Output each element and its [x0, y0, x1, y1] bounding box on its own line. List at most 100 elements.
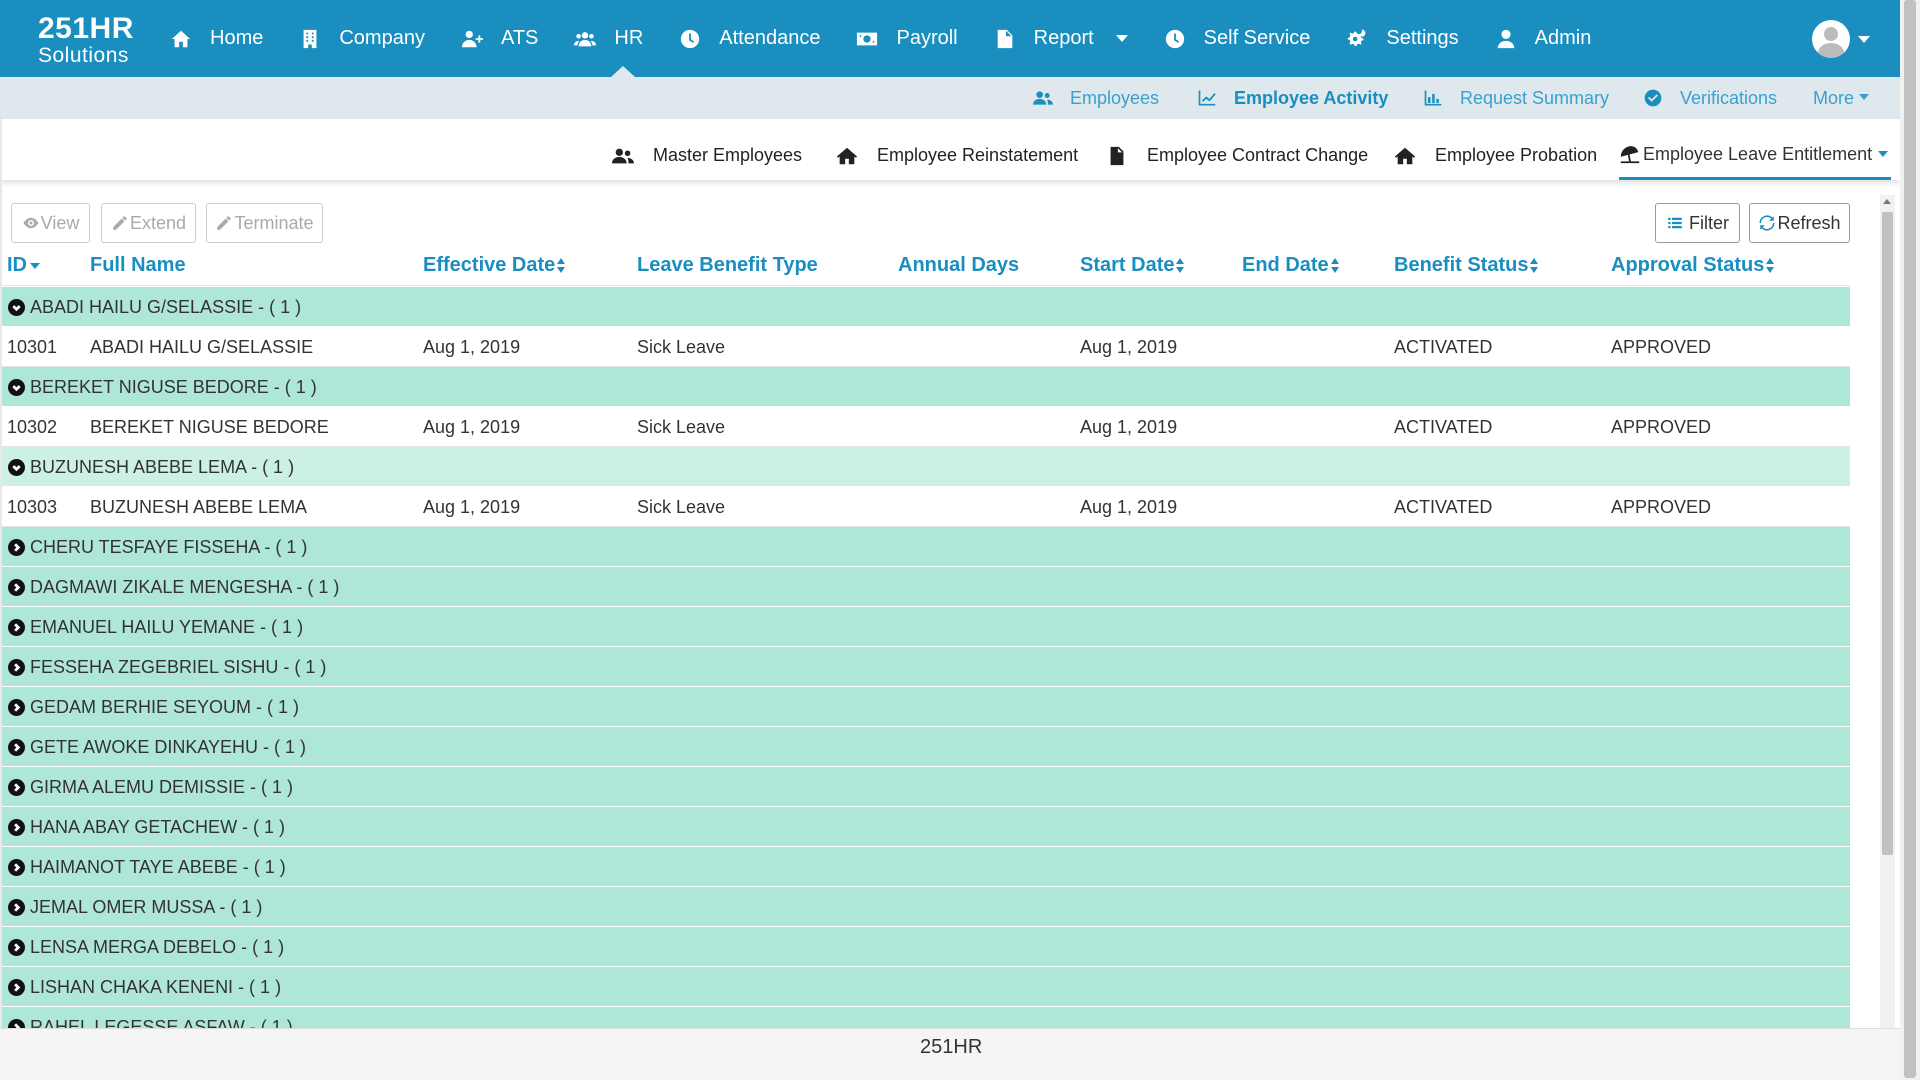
tab-employee-leave-entitlement[interactable]: Employee Leave Entitlement [1619, 131, 1892, 180]
col-header-approval-status[interactable]: Approval Status [1611, 254, 1775, 277]
refresh-button-label: Refresh [1777, 212, 1841, 233]
filter-button[interactable]: Filter [1655, 203, 1740, 243]
nav-payroll[interactable]: Payroll [856, 0, 958, 77]
cell-type: Sick Leave [637, 497, 726, 517]
cell-id: 10301 [7, 337, 58, 357]
table-row[interactable]: 10302 BEREKET NIGUSE BEDORE Aug 1, 2019 Sic… [0, 407, 1850, 447]
nav-label: Settings [1386, 27, 1459, 49]
tab-employee-probation[interactable]: Employee Probation [1394, 131, 1597, 180]
group-row[interactable]: LENSA MERGA DEBELO - ( 1 ) [0, 927, 1850, 967]
tab-employee-contract-change[interactable]: Employee Contract Change [1106, 131, 1368, 180]
group-row[interactable]: GIRMA ALEMU DEMISSIE - ( 1 ) [0, 767, 1850, 807]
file-icon [997, 29, 1012, 48]
grid-scrollbar[interactable] [1880, 195, 1895, 1028]
group-row[interactable]: ABADI HAILU G/SELASSIE - ( 1 ) [0, 287, 1850, 327]
group-row[interactable]: LISHAN CHAKA KENENI - ( 1 ) [0, 967, 1850, 1007]
bar-chart-icon [1424, 90, 1442, 106]
chevron-right-circle-icon[interactable] [8, 899, 25, 916]
nav-attendance[interactable]: Attendance [679, 0, 820, 77]
group-row[interactable]: BUZUNESH ABEBE LEMA - ( 1 ) [0, 447, 1850, 487]
subnav-verifications[interactable]: Verifications [1643, 77, 1777, 119]
table-row[interactable]: 10301 ABADI HAILU G/SELASSIE Aug 1, 2019 Si… [0, 327, 1850, 367]
cell-id: 10302 [7, 417, 58, 437]
nav-home[interactable]: Home [170, 0, 263, 77]
group-row[interactable]: BEREKET NIGUSE BEDORE - ( 1 ) [0, 367, 1850, 407]
group-label: HANA ABAY GETACHEW - ( 1 ) [30, 817, 286, 837]
col-header-annual-days[interactable]: Annual Days [898, 254, 1019, 277]
group-row[interactable]: GETE AWOKE DINKAYEHU - ( 1 ) [0, 727, 1850, 767]
tab-label: Employee Reinstatement [877, 145, 1079, 165]
col-header-id[interactable]: ID [7, 254, 40, 277]
chevron-right-circle-icon[interactable] [8, 579, 25, 596]
terminate-button[interactable]: Terminate [206, 203, 323, 243]
subnav-request-summary[interactable]: Request Summary [1423, 77, 1609, 119]
page-scrollbar[interactable] [1900, 0, 1920, 1080]
user-plus-icon [461, 30, 483, 47]
col-header-start-date[interactable]: Start Date [1080, 254, 1185, 277]
chevron-right-circle-icon[interactable] [8, 659, 25, 676]
chevron-down-icon [1878, 151, 1889, 157]
cell-effective: Aug 1, 2019 [423, 417, 521, 437]
extend-button[interactable]: Extend [101, 203, 196, 243]
nav-self-service[interactable]: Self Service [1164, 0, 1310, 77]
group-row[interactable]: GEDAM BERHIE SEYOUM - ( 1 ) [0, 687, 1850, 727]
chevron-right-circle-icon[interactable] [8, 539, 25, 556]
table-row[interactable]: 10303 BUZUNESH ABEBE LEMA Aug 1, 2019 Sick … [0, 487, 1850, 527]
nav-report[interactable]: Report [994, 0, 1128, 77]
col-header-effective-date[interactable]: Effective Date [423, 254, 566, 277]
nav-admin[interactable]: Admin [1495, 0, 1591, 77]
chevron-right-circle-icon[interactable] [8, 779, 25, 796]
chevron-down-circle-icon[interactable] [8, 379, 25, 396]
group-row[interactable]: FESSEHA ZEGEBRIEL SISHU - ( 1 ) [0, 647, 1850, 687]
nav-company[interactable]: Company [299, 0, 425, 77]
page-scrollbar-thumb[interactable] [1904, 0, 1916, 1078]
subnav-more[interactable]: More [1813, 77, 1870, 119]
view-button[interactable]: View [11, 203, 90, 243]
chevron-right-circle-icon[interactable] [8, 699, 25, 716]
group-row[interactable]: HANA ABAY GETACHEW - ( 1 ) [0, 807, 1850, 847]
nav-ats[interactable]: ATS [461, 0, 538, 77]
refresh-icon [1759, 215, 1775, 231]
chevron-right-circle-icon[interactable] [8, 739, 25, 756]
chevron-right-circle-icon[interactable] [8, 939, 25, 956]
group-label: GETE AWOKE DINKAYEHU - ( 1 ) [30, 737, 307, 757]
tab-employee-reinstatement[interactable]: Employee Reinstatement [836, 131, 1078, 180]
group-row[interactable]: DAGMAWI ZIKALE MENGESHA - ( 1 ) [0, 567, 1850, 607]
chevron-down-circle-icon[interactable] [8, 299, 25, 316]
cell-effective: Aug 1, 2019 [423, 497, 521, 517]
chevron-right-circle-icon[interactable] [8, 859, 25, 876]
tab-label: Master Employees [653, 145, 803, 165]
nav-hr[interactable]: HR [574, 0, 643, 77]
tab-master-employees[interactable]: Master Employees [612, 131, 802, 180]
chevron-right-circle-icon[interactable] [8, 1019, 25, 1028]
chevron-down-circle-icon[interactable] [8, 459, 25, 476]
brand-logo[interactable]: 251HR Solutions [38, 14, 134, 67]
group-label: HAIMANOT TAYE ABEBE - ( 1 ) [30, 857, 286, 877]
chevron-down-icon[interactable] [1858, 36, 1870, 43]
group-row[interactable]: CHERU TESFAYE FISSEHA - ( 1 ) [0, 527, 1850, 567]
top-navbar: 251HR Solutions Home Company ATS HR Atte… [0, 0, 1900, 77]
chevron-right-circle-icon[interactable] [8, 979, 25, 996]
scroll-up-icon[interactable] [1883, 199, 1891, 204]
tab-label: Employee Leave Entitlement [1643, 143, 1873, 164]
nav-label: Home [210, 27, 264, 49]
refresh-button[interactable]: Refresh [1749, 203, 1850, 243]
col-header-benefit-status[interactable]: Benefit Status [1394, 254, 1539, 277]
col-header-leave-benefit-type[interactable]: Leave Benefit Type [637, 254, 818, 277]
subnav-label: Request Summary [1460, 87, 1610, 108]
subnav-employees[interactable]: Employees [1033, 77, 1159, 119]
col-header-full-name[interactable]: Full Name [90, 254, 186, 277]
col-header-end-date[interactable]: End Date [1242, 254, 1340, 277]
cell-approval: APPROVED [1611, 497, 1712, 517]
chevron-right-circle-icon[interactable] [8, 619, 25, 636]
grid-scrollbar-thumb[interactable] [1882, 212, 1893, 855]
subnav-employee-activity[interactable]: Employee Activity [1197, 77, 1388, 119]
nav-settings[interactable]: Settings [1346, 0, 1459, 77]
group-row[interactable]: EMANUEL HAILU YEMANE - ( 1 ) [0, 607, 1850, 647]
group-row[interactable]: HAIMANOT TAYE ABEBE - ( 1 ) [0, 847, 1850, 887]
avatar[interactable] [1812, 20, 1850, 58]
group-row[interactable]: JEMAL OMER MUSSA - ( 1 ) [0, 887, 1850, 927]
chevron-right-circle-icon[interactable] [8, 819, 25, 836]
nav-label: Company [339, 27, 425, 49]
group-row[interactable]: RAHEL LEGESSE ASFAW - ( 1 ) [0, 1007, 1850, 1028]
